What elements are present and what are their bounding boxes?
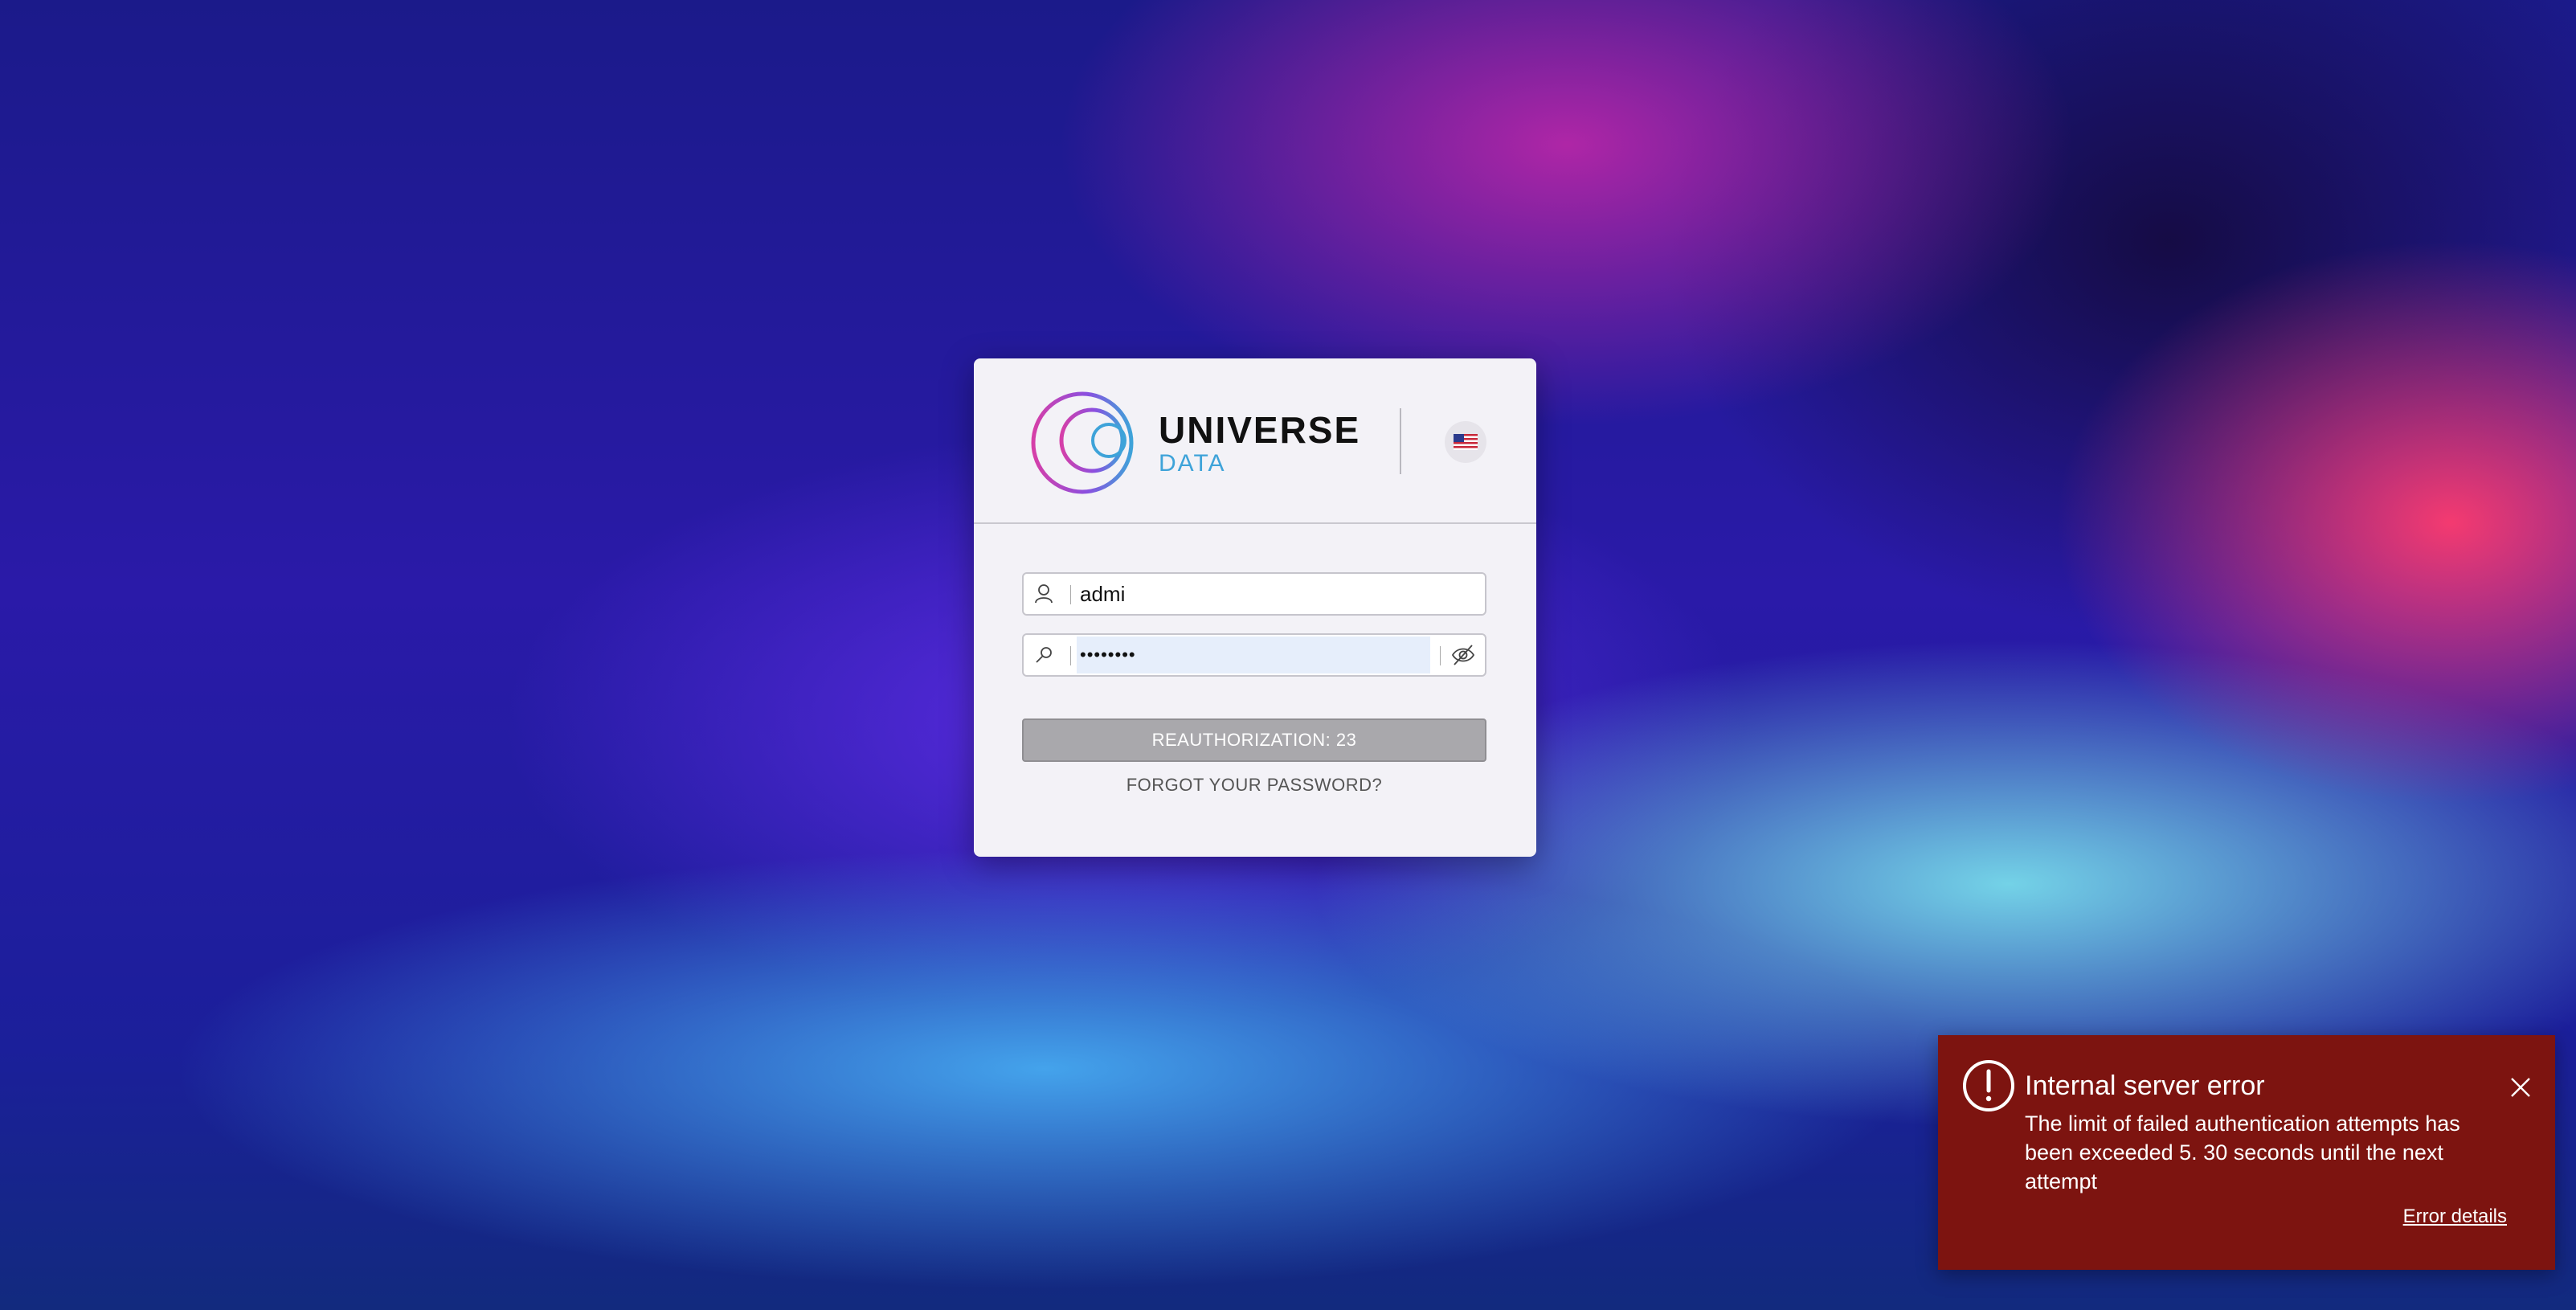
user-icon <box>1035 584 1053 604</box>
brand-name: UNIVERSE <box>1159 409 1361 451</box>
error-details-link[interactable]: Error details <box>2403 1206 2507 1228</box>
forgot-password-link[interactable]: FORGOT YOUR PASSWORD? <box>1022 775 1486 796</box>
brand-subtitle: DATA <box>1159 450 1226 477</box>
close-icon[interactable] <box>2507 1074 2534 1101</box>
universe-logo-icon <box>1031 391 1134 494</box>
toast-title: Internal server error <box>2025 1071 2265 1101</box>
language-selector-button[interactable] <box>1445 421 1486 463</box>
header-divider <box>1400 408 1401 474</box>
field-separator <box>1070 646 1071 665</box>
error-toast: Internal server error The limit of faile… <box>1938 1035 2555 1270</box>
key-icon <box>1036 647 1052 663</box>
password-field[interactable]: •••••••• <box>1022 633 1486 677</box>
reauthorization-button[interactable]: REAUTHORIZATION: 23 <box>1022 718 1486 762</box>
field-separator <box>1440 646 1441 665</box>
password-input[interactable]: •••••••• <box>1080 635 1136 675</box>
us-flag-icon <box>1454 434 1478 450</box>
username-field[interactable]: admi <box>1022 572 1486 616</box>
login-card: UNIVERSE DATA admi •••••••• REAUTHORIZAT… <box>974 358 1536 857</box>
username-input[interactable]: admi <box>1080 574 1125 614</box>
alert-circle-icon <box>1963 1060 2014 1111</box>
toast-message: The limit of failed authentication attem… <box>2025 1111 2460 1193</box>
card-header: UNIVERSE DATA <box>974 358 1536 524</box>
field-separator <box>1070 585 1071 604</box>
eye-off-icon[interactable] <box>1450 642 1477 668</box>
